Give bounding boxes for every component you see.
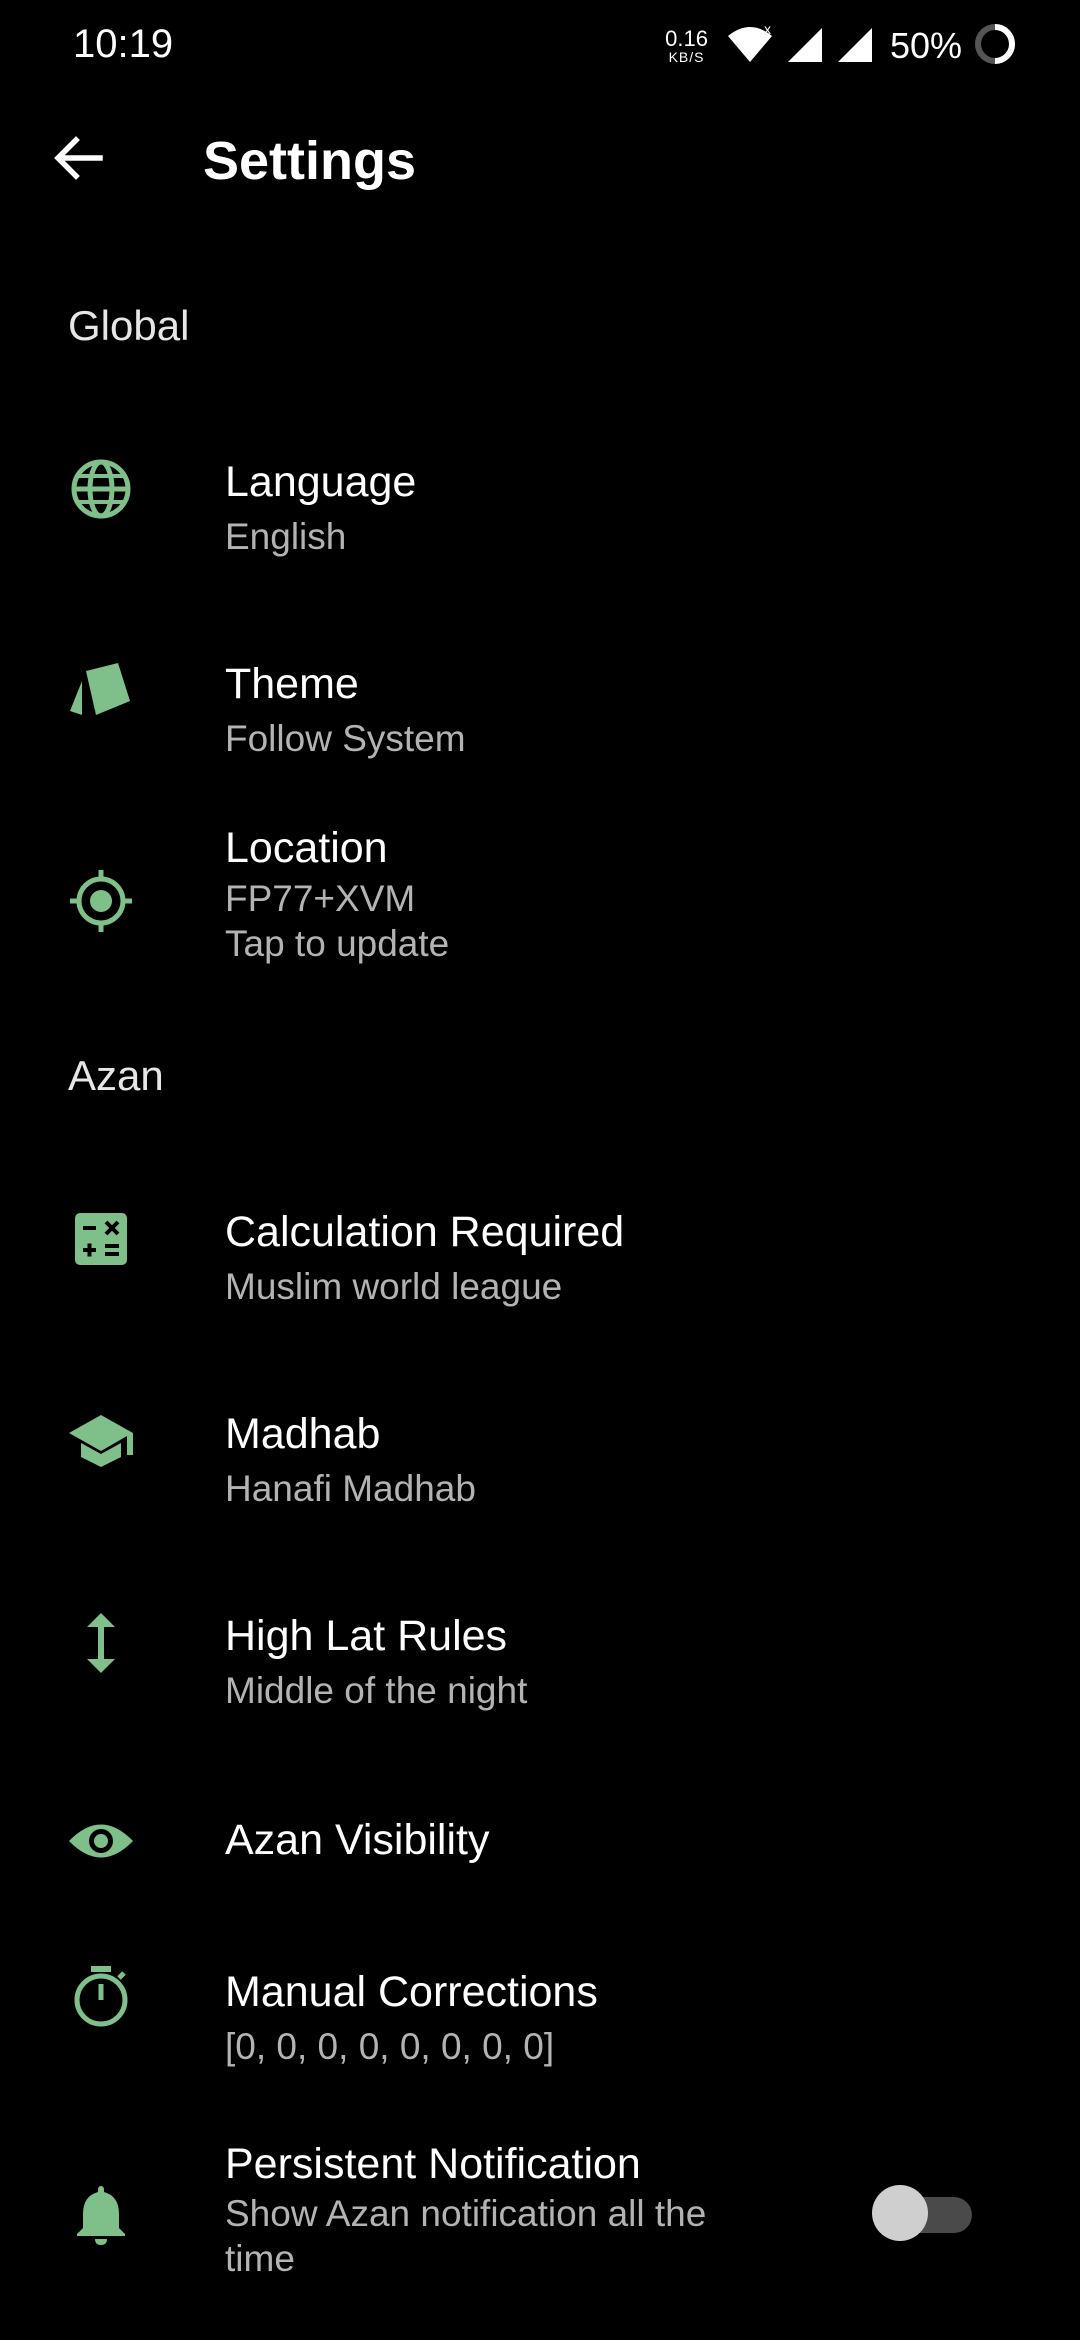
setting-description: Show Azan notification all the	[225, 2193, 707, 2234]
battery-ring-icon	[972, 21, 1018, 72]
timer-icon	[65, 1960, 137, 2032]
cards-icon	[65, 655, 137, 727]
setting-title: Manual Corrections	[225, 1968, 598, 2016]
setting-title: Persistent Notification	[225, 2140, 641, 2188]
status-bar: 10:19 0.16 KB/S x 50%	[0, 0, 1080, 90]
setting-value: [0, 0, 0, 0, 0, 0, 0, 0]	[225, 2026, 555, 2067]
gps-target-icon	[65, 865, 137, 937]
setting-value: Muslim world league	[225, 1266, 563, 1307]
setting-value: Hanafi Madhab	[225, 1468, 476, 1509]
setting-manual-corrections[interactable]: Manual Corrections [0, 0, 0, 0, 0, 0, 0,…	[0, 1926, 1080, 2086]
back-button[interactable]	[40, 122, 116, 198]
network-speed-unit: KB/S	[668, 49, 705, 65]
network-speed-value: 0.16	[665, 26, 708, 51]
setting-high-lat-rules[interactable]: High Lat Rules Middle of the night	[0, 1574, 1080, 1734]
graduation-cap-icon	[65, 1405, 137, 1477]
bell-icon	[65, 2178, 137, 2250]
status-time: 10:19	[73, 22, 174, 66]
app-bar: Settings	[0, 110, 1080, 210]
cell-signal-2-icon	[834, 24, 874, 69]
setting-title: Azan Visibility	[225, 1816, 490, 1864]
toggle-thumb	[872, 2185, 928, 2241]
battery-percent: 50%	[889, 25, 962, 66]
vertical-arrows-icon	[65, 1607, 137, 1679]
setting-value: Follow System	[225, 718, 466, 759]
setting-value: Middle of the night	[225, 1670, 528, 1711]
setting-description-continued: time	[225, 2238, 295, 2279]
setting-azan-visibility[interactable]: Azan Visibility	[0, 1776, 1080, 1906]
status-icons: 0.16 KB/S x 50%	[665, 18, 1018, 74]
setting-title: High Lat Rules	[225, 1612, 508, 1660]
setting-language[interactable]: Language English	[0, 420, 1080, 580]
setting-title: Madhab	[225, 1410, 381, 1458]
setting-hint: Tap to update	[225, 923, 450, 964]
setting-value: English	[225, 516, 347, 557]
setting-title: Calculation Required	[225, 1208, 625, 1256]
setting-title: Theme	[225, 660, 359, 708]
globe-icon	[65, 453, 137, 525]
svg-text:x: x	[764, 24, 771, 37]
setting-madhab[interactable]: Madhab Hanafi Madhab	[0, 1372, 1080, 1532]
setting-persistent-notification[interactable]: Persistent Notification Show Azan notifi…	[0, 2130, 1080, 2290]
setting-theme[interactable]: Theme Follow System	[0, 622, 1080, 782]
cell-signal-icon	[784, 24, 824, 69]
page-title: Settings	[203, 131, 417, 191]
setting-calculation[interactable]: Calculation Required Muslim world league	[0, 1170, 1080, 1330]
arrow-back-icon	[52, 132, 104, 189]
eye-icon	[65, 1805, 137, 1877]
wifi-icon: x	[726, 21, 774, 69]
setting-title: Location	[225, 824, 388, 872]
calculator-icon	[65, 1203, 137, 1275]
section-header-azan: Azan	[68, 1052, 164, 1099]
setting-location[interactable]: Location FP77+XVM Tap to update	[0, 812, 1080, 992]
setting-value: FP77+XVM	[225, 878, 416, 919]
setting-title: Language	[225, 458, 417, 506]
network-speed: 0.16 KB/S	[665, 26, 708, 65]
section-header-global: Global	[68, 302, 190, 349]
persistent-notification-toggle[interactable]	[872, 2177, 978, 2247]
